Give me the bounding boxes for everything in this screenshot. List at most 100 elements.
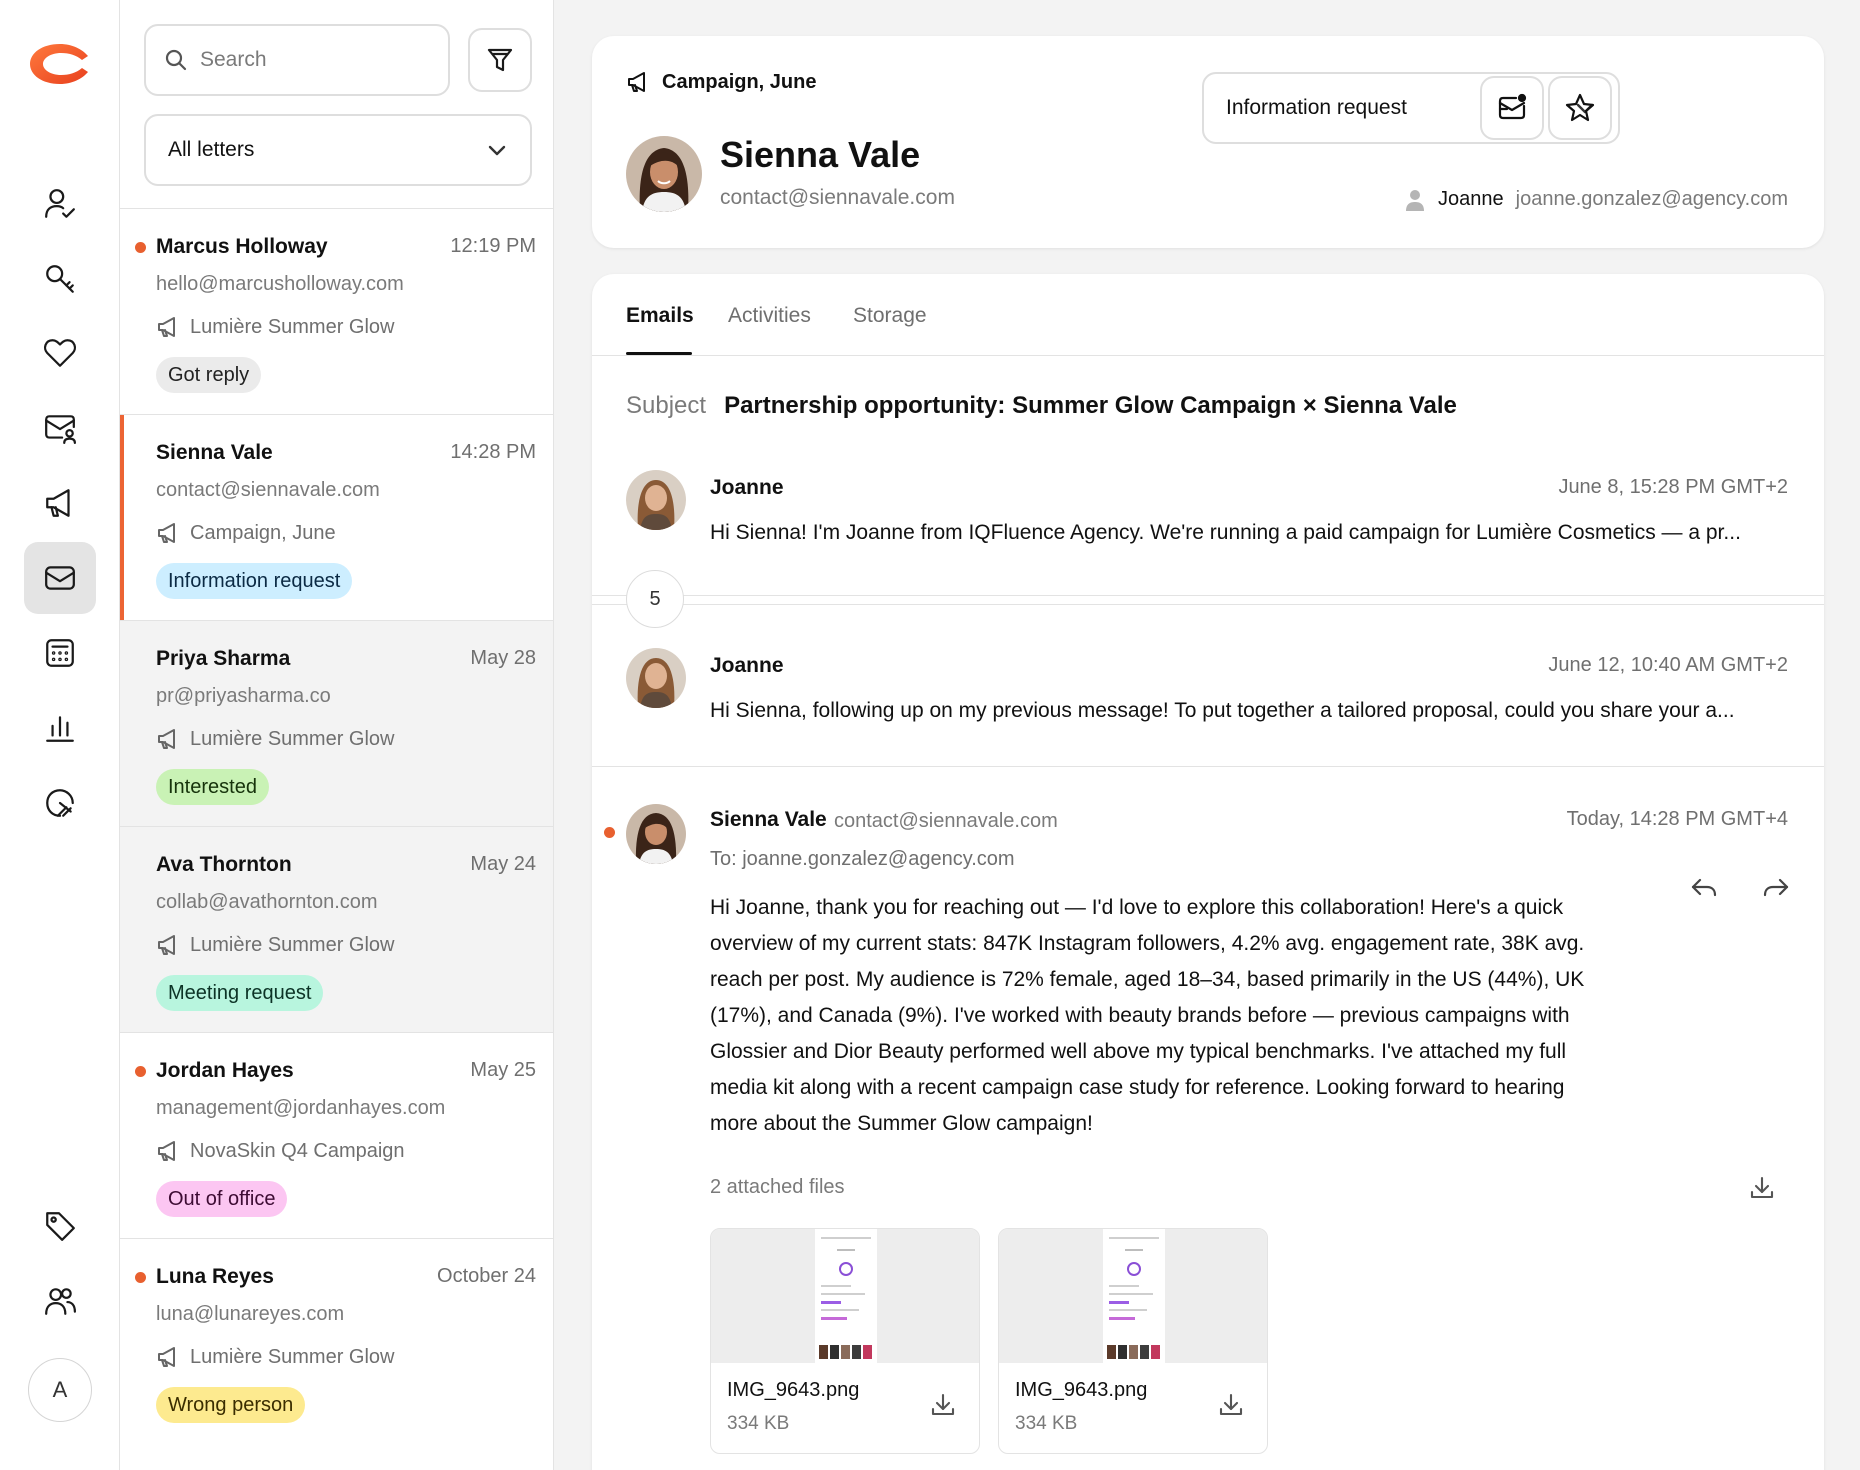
thread-email: hello@marcusholloway.com [156, 273, 404, 295]
thread-campaign-label: Lumière Summer Glow [190, 933, 395, 956]
filter-icon [487, 48, 513, 72]
thread-email: contact@siennavale.com [156, 479, 380, 501]
message-sender: Joanne [710, 654, 784, 677]
sender-avatar [626, 470, 686, 530]
nav-calculator-button[interactable] [24, 617, 96, 689]
thread-item[interactable]: Luna Reyes October 24 luna@lunareyes.com Lu… [120, 1238, 553, 1444]
tab-emails[interactable]: Emails [626, 304, 694, 328]
megaphone-icon [158, 1347, 175, 1367]
attachment-card[interactable]: IMG_9643.png 334 KB [710, 1228, 980, 1454]
tab-bar: Emails Activities Storage [592, 274, 1824, 356]
open-message-recipient: To: joanne.gonzalez@agency.com [710, 848, 1015, 870]
header-campaign[interactable]: Campaign, June [626, 70, 816, 94]
assignee-name: Joanne [1438, 188, 1504, 210]
tab-storage[interactable]: Storage [853, 304, 927, 328]
attachment-download-button[interactable] [925, 1387, 961, 1423]
forward-icon [1763, 878, 1789, 897]
search-input[interactable] [200, 48, 420, 72]
thread-time: May 28 [470, 647, 536, 669]
inbox-icon [45, 566, 75, 590]
person-icon [1406, 189, 1425, 211]
nav-outreach-button[interactable] [24, 392, 96, 464]
message-collapsed[interactable]: Joanne June 12, 10:40 AM GMT+2 Hi Sienna… [592, 648, 1824, 748]
thread-email: luna@lunareyes.com [156, 1303, 345, 1325]
message-sender: Joanne [710, 476, 784, 499]
attachment-thumbnail [999, 1229, 1267, 1363]
tab-activities[interactable]: Activities [728, 304, 811, 328]
mark-unread-button[interactable] [1480, 76, 1544, 140]
open-message-date: Today, 14:28 PM GMT+4 [1566, 808, 1788, 830]
nav-speed-button[interactable] [24, 767, 96, 839]
search-icon [165, 49, 187, 71]
divider [592, 604, 1824, 605]
mail-thread-card: Emails Activities Storage Subject Partne… [592, 274, 1824, 1470]
forward-button[interactable] [1756, 868, 1796, 908]
reply-button[interactable] [1684, 868, 1724, 908]
sender-avatar [626, 804, 686, 864]
status-badge: Out of office [156, 1181, 288, 1217]
thread-time: 12:19 PM [450, 235, 536, 257]
contact-avatar [626, 136, 702, 212]
letters-filter-dropdown[interactable]: All letters [144, 114, 532, 186]
thread-time: October 24 [437, 1265, 536, 1287]
thread-item[interactable]: Marcus Holloway 12:19 PM hello@marcushollo… [120, 208, 553, 414]
attachment-name: IMG_9643.png [1015, 1379, 1148, 1401]
thread-name: Marcus Holloway [156, 235, 328, 258]
mail-subject: Subject Partnership opportunity: Summer … [626, 392, 1457, 420]
thread-name: Ava Thornton [156, 853, 292, 876]
search-people-icon [46, 265, 74, 293]
hidden-messages-count-button[interactable]: 5 [626, 570, 684, 628]
user-check-icon [45, 189, 75, 218]
attachment-card[interactable]: IMG_9643.png 334 KB [998, 1228, 1268, 1454]
nav-tags-button[interactable] [24, 1190, 96, 1262]
thread-campaign-label: Campaign, June [190, 521, 336, 544]
contact-email[interactable]: contact@siennavale.com [720, 186, 955, 210]
message-date: June 12, 10:40 AM GMT+2 [1548, 654, 1788, 676]
mail-unread-icon [1498, 93, 1527, 120]
header-campaign-label: Campaign, June [662, 70, 817, 93]
contact-name: Sienna Vale [720, 134, 921, 175]
app-logo[interactable] [30, 42, 90, 86]
favorite-button[interactable] [1548, 76, 1612, 140]
nav-discover-button[interactable] [24, 243, 96, 315]
thread-campaign: NovaSkin Q4 Campaign [156, 1139, 405, 1163]
nav-analytics-button[interactable] [24, 692, 96, 764]
megaphone-icon [158, 935, 175, 955]
thread-campaign-label: NovaSkin Q4 Campaign [190, 1139, 405, 1162]
thread-campaign: Lumière Summer Glow [156, 727, 395, 751]
thread-item[interactable]: Priya Sharma May 28 pr@priyasharma.co Lumiè… [120, 620, 553, 826]
thread-item[interactable]: Jordan Hayes May 25 management@jordanhayes… [120, 1032, 553, 1238]
status-badge: Meeting request [156, 975, 324, 1011]
download-icon [1750, 1176, 1774, 1199]
megaphone-icon [158, 317, 175, 337]
thread-item[interactable]: Sienna Vale 14:28 PM contact@siennavale.co… [120, 414, 553, 620]
thread-name: Luna Reyes [156, 1265, 274, 1288]
assignee[interactable]: Joanne joanne.gonzalez@agency.com [1404, 188, 1788, 211]
megaphone-icon [46, 489, 70, 517]
attachments-label: 2 attached files [710, 1176, 845, 1198]
status-badge: Got reply [156, 357, 262, 393]
nav-favorites-button[interactable] [24, 317, 96, 389]
nav-team-button[interactable] [24, 1265, 96, 1337]
users-icon [45, 1288, 76, 1315]
thread-name: Jordan Hayes [156, 1059, 294, 1082]
attachment-download-button[interactable] [1213, 1387, 1249, 1423]
megaphone-icon [158, 523, 175, 543]
thread-email: collab@avathornton.com [156, 891, 378, 913]
nav-campaigns-button[interactable] [24, 467, 96, 539]
open-message-sender-email[interactable]: contact@siennavale.com [834, 810, 1058, 833]
filter-button[interactable] [468, 28, 532, 92]
thread-item[interactable]: Ava Thornton May 24 collab@avathornton.com… [120, 826, 553, 1032]
download-all-button[interactable] [1744, 1170, 1780, 1206]
divider [592, 595, 1824, 596]
nav-inbox-button[interactable] [24, 542, 96, 614]
reply-icon [1691, 878, 1717, 897]
message-collapsed[interactable]: Joanne June 8, 15:28 PM GMT+2 Hi Sienna!… [592, 470, 1824, 570]
attachment-name: IMG_9643.png [727, 1379, 860, 1401]
user-avatar[interactable]: A [28, 1358, 92, 1422]
nav-contacts-button[interactable] [24, 168, 96, 240]
thread-email: management@jordanhayes.com [156, 1097, 446, 1119]
status-select-value: Information request [1226, 96, 1407, 119]
chevron-down-icon [488, 145, 506, 156]
search-box[interactable] [144, 24, 450, 96]
